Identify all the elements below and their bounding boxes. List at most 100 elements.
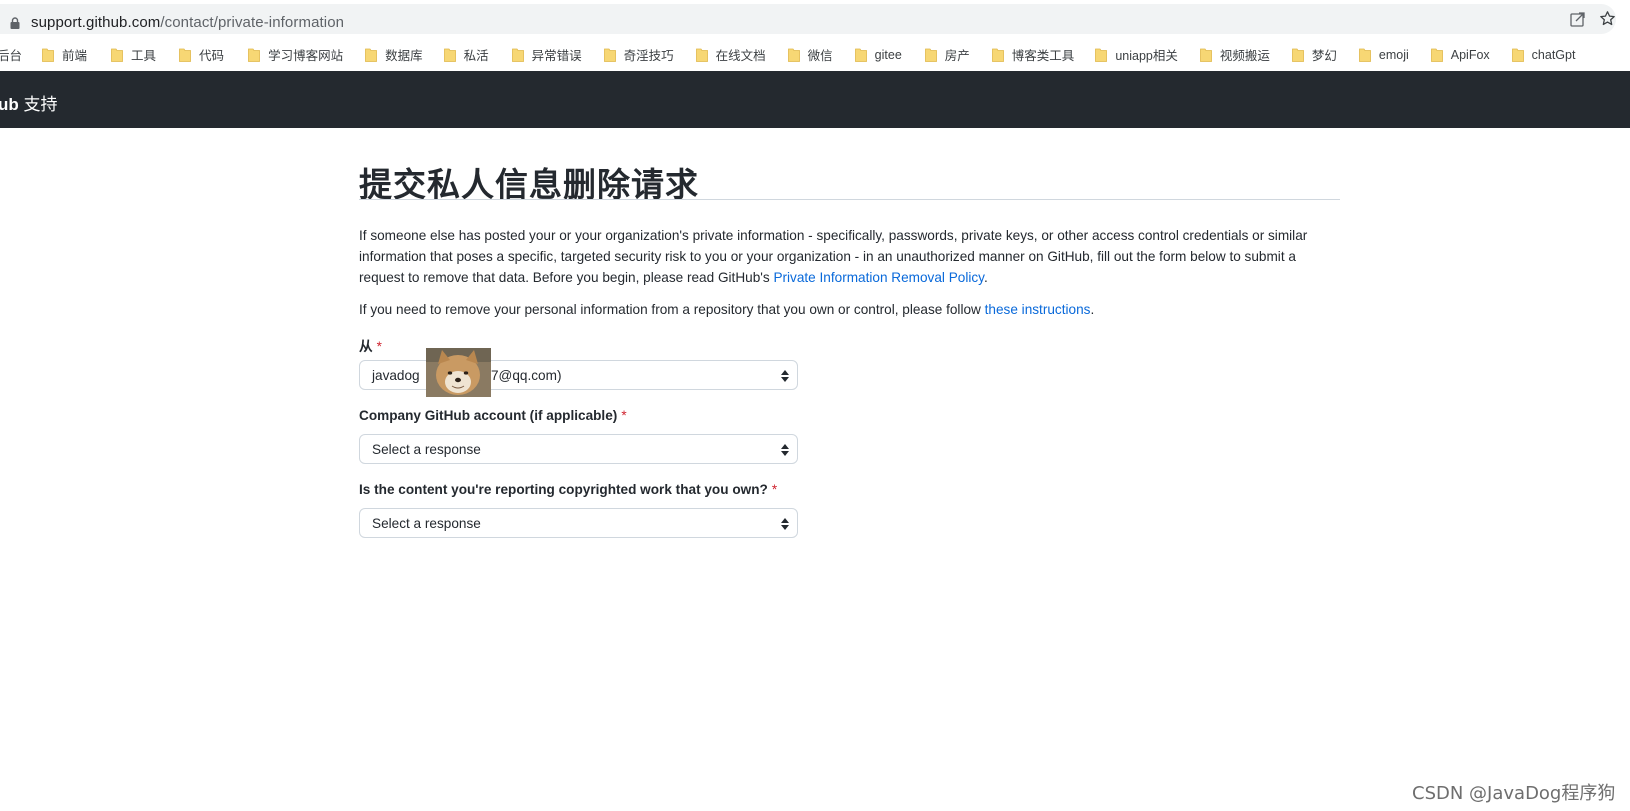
bookmark-label: 代码 bbox=[199, 49, 225, 63]
bookmark-label: 私活 bbox=[463, 49, 489, 63]
bookmark-label: uniapp相关 bbox=[1115, 49, 1178, 63]
bookmark-item[interactable]: 后台 bbox=[0, 41, 22, 69]
folder-icon bbox=[1095, 48, 1108, 62]
folder-icon bbox=[248, 48, 260, 62]
bookmark-item[interactable]: 私活 bbox=[443, 41, 489, 69]
company-account-label-text: Company GitHub account (if applicable) bbox=[359, 408, 618, 423]
bookmark-item[interactable]: 视频搬运 bbox=[1199, 41, 1270, 69]
bookmarks-bar: 后台 前端 工具 代码 学习博客网站 数据库 私活 异常错误 奇淫技巧 在线文档 微信 gitee 房产… bbox=[0, 38, 1630, 72]
url-text[interactable]: support.github.com/contact/private-infor… bbox=[31, 14, 344, 31]
copyright-question-label: Is the content you're reporting copyrigh… bbox=[359, 482, 777, 497]
folder-icon bbox=[365, 48, 377, 62]
folder-icon bbox=[511, 48, 524, 62]
from-select[interactable]: javadog 7@qq.com) bbox=[359, 348, 798, 397]
bookmark-label: 后台 bbox=[0, 49, 23, 63]
instructions-text: If you need to remove your personal info… bbox=[359, 302, 985, 317]
lock-icon[interactable] bbox=[10, 17, 20, 29]
from-select-value-prefix: javadog bbox=[372, 368, 420, 383]
company-account-label: Company GitHub account (if applicable) * bbox=[359, 408, 627, 423]
bookmark-star-icon[interactable] bbox=[1599, 10, 1616, 27]
omnibox[interactable]: support.github.com/contact/private-infor… bbox=[0, 4, 1616, 34]
folder-icon bbox=[1291, 48, 1304, 62]
bookmark-label: 房产 bbox=[944, 49, 970, 63]
copyright-select[interactable]: Select a response bbox=[359, 508, 798, 538]
company-account-select[interactable]: Select a response bbox=[359, 434, 798, 464]
bookmark-label: 数据库 bbox=[385, 49, 423, 63]
bookmark-label: gitee bbox=[874, 47, 902, 62]
folder-icon bbox=[1199, 48, 1212, 62]
folder-icon bbox=[695, 48, 708, 62]
select-arrows-icon bbox=[781, 370, 789, 382]
browser-address-bar: support.github.com/contact/private-infor… bbox=[0, 0, 1630, 38]
folder-icon bbox=[179, 48, 191, 62]
bookmark-item[interactable]: 学习博客网站 bbox=[248, 41, 343, 69]
bookmark-item[interactable]: 代码 bbox=[179, 41, 224, 69]
required-mark: * bbox=[621, 408, 627, 423]
instructions-tail: . bbox=[1090, 302, 1095, 317]
bookmark-label: 工具 bbox=[131, 49, 157, 63]
bookmark-item[interactable]: 数据库 bbox=[365, 41, 423, 69]
bookmark-label: 梦幻 bbox=[1311, 49, 1337, 63]
github-support-header: ub 支持 bbox=[0, 71, 1630, 128]
folder-icon bbox=[443, 48, 456, 62]
copyright-select-value: Select a response bbox=[372, 516, 481, 531]
folder-icon bbox=[603, 48, 616, 62]
bookmark-item[interactable]: 微信 bbox=[787, 41, 833, 69]
bookmark-item[interactable]: 奇淫技巧 bbox=[603, 41, 674, 69]
bookmark-item[interactable]: chatGpt bbox=[1511, 41, 1576, 69]
share-icon[interactable] bbox=[1570, 11, 1586, 27]
required-mark: * bbox=[771, 482, 778, 497]
bookmark-item[interactable]: uniapp相关 bbox=[1095, 41, 1178, 69]
required-mark: * bbox=[376, 339, 382, 354]
bookmark-item[interactable]: 前端 bbox=[42, 41, 87, 69]
bookmark-item[interactable]: 工具 bbox=[111, 41, 156, 69]
select-arrows-icon bbox=[781, 518, 789, 530]
url-path: /contact/private-information bbox=[160, 14, 345, 31]
avatar-image bbox=[426, 348, 491, 397]
intro-tail: . bbox=[983, 270, 988, 285]
bookmark-item[interactable]: ApiFox bbox=[1430, 41, 1490, 69]
bookmark-item[interactable]: 异常错误 bbox=[511, 41, 582, 69]
brand-text: 支持 bbox=[18, 95, 58, 114]
shiba-dog-image bbox=[426, 348, 491, 397]
instructions-paragraph: If you need to remove your personal info… bbox=[359, 299, 1340, 320]
folder-icon bbox=[1430, 48, 1443, 62]
company-account-select-value: Select a response bbox=[372, 442, 481, 457]
title-divider bbox=[359, 199, 1340, 200]
bookmarks-list: 后台 前端 工具 代码 学习博客网站 数据库 私活 异常错误 奇淫技巧 在线文档 微信 gitee 房产… bbox=[0, 38, 1597, 71]
folder-icon bbox=[854, 48, 867, 62]
bookmark-label: chatGpt bbox=[1531, 47, 1576, 62]
bookmark-label: ApiFox bbox=[1450, 47, 1490, 62]
folder-icon bbox=[1511, 48, 1524, 62]
select-arrows-icon bbox=[781, 444, 789, 456]
bookmark-label: 在线文档 bbox=[715, 49, 766, 63]
folder-icon bbox=[111, 48, 123, 62]
bookmark-label: 微信 bbox=[807, 49, 833, 63]
copyright-question-label-text: Is the content you're reporting copyrigh… bbox=[359, 482, 768, 497]
bookmark-item[interactable]: emoji bbox=[1358, 41, 1409, 69]
folder-icon bbox=[1358, 48, 1371, 62]
from-label-text: 从 bbox=[359, 339, 373, 354]
bookmark-label: 博客类工具 bbox=[1011, 49, 1075, 63]
bookmark-item[interactable]: 房产 bbox=[924, 41, 970, 69]
from-select-value-suffix: 7@qq.com) bbox=[491, 368, 562, 383]
policy-link[interactable]: Private Information Removal Policy bbox=[773, 270, 984, 285]
bookmark-label: 异常错误 bbox=[531, 49, 582, 63]
folder-icon bbox=[787, 48, 800, 62]
url-host: support.github.com bbox=[31, 14, 161, 31]
site-brand[interactable]: ub 支持 bbox=[0, 90, 58, 115]
bookmark-label: 前端 bbox=[62, 49, 88, 63]
bookmark-label: 视频搬运 bbox=[1219, 49, 1270, 63]
instructions-link[interactable]: these instructions bbox=[985, 302, 1091, 317]
csdn-watermark: CSDN @JavaDog程序狗 bbox=[1412, 783, 1616, 804]
folder-icon bbox=[42, 48, 54, 62]
folder-icon bbox=[924, 48, 937, 62]
bookmark-label: 学习博客网站 bbox=[268, 49, 344, 63]
bookmark-item[interactable]: 梦幻 bbox=[1291, 41, 1337, 69]
bookmark-item[interactable]: gitee bbox=[854, 41, 902, 69]
bookmark-item[interactable]: 在线文档 bbox=[695, 41, 766, 69]
brand-bold-text: ub bbox=[0, 95, 19, 114]
bookmark-item[interactable]: 博客类工具 bbox=[991, 41, 1075, 69]
bookmark-label: emoji bbox=[1378, 47, 1409, 62]
intro-paragraph: If someone else has posted your or your … bbox=[359, 225, 1344, 288]
